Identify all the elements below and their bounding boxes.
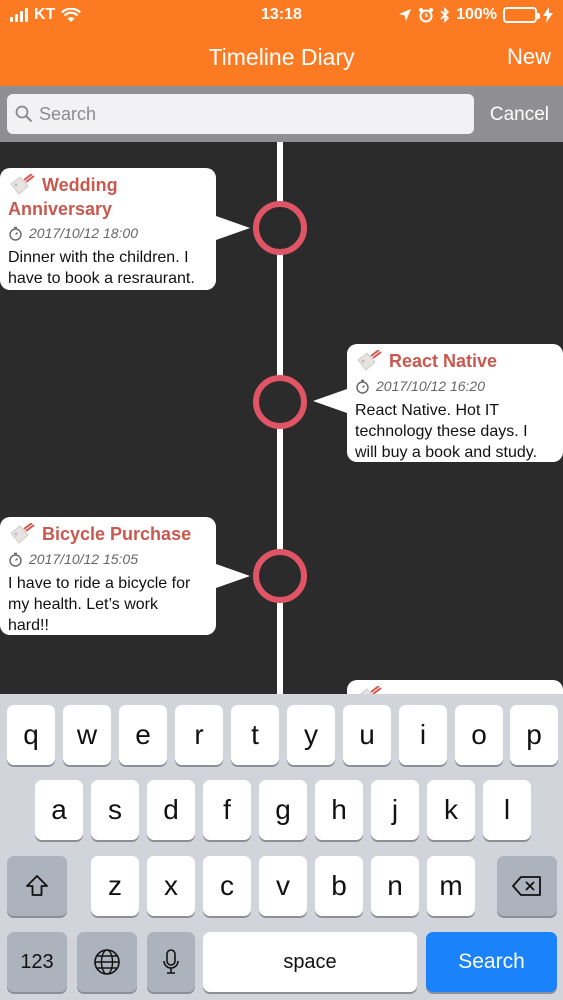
- key-g[interactable]: g: [259, 780, 307, 840]
- entry-date: 2017/10/12 16:20: [376, 378, 485, 394]
- timeline-entry[interactable]: React Native 2017/10/12 16:20 React Nati…: [347, 344, 563, 462]
- entry-body-line: will buy a book and study.: [355, 444, 538, 461]
- location-icon: [399, 9, 412, 21]
- callout-pointer: [216, 564, 250, 588]
- entry-body-line: have to book a resraurant.: [8, 270, 195, 287]
- entry-title: Bicycle Purchase: [42, 524, 192, 544]
- numbers-key[interactable]: 123: [7, 932, 67, 992]
- bluetooth-icon: [440, 7, 450, 23]
- entry-body-line: React Native. Hot IT: [355, 402, 500, 419]
- key-s[interactable]: s: [91, 780, 139, 840]
- shift-key[interactable]: [7, 856, 67, 916]
- entry-title: Wedding: [42, 175, 118, 195]
- key-a[interactable]: a: [35, 780, 83, 840]
- entry-date: 2017/10/12 15:05: [29, 551, 138, 567]
- status-bar: KT 13:18 100%: [0, 0, 563, 30]
- key-c[interactable]: c: [203, 856, 251, 916]
- timeline-entry[interactable]: Wedding Anniversary 2017/10/12 18:00 Din…: [0, 168, 216, 290]
- entry-body-line: technology these days. I: [355, 423, 528, 440]
- key-o[interactable]: o: [455, 705, 503, 765]
- microphone-icon: [163, 949, 179, 974]
- status-right: 100%: [398, 6, 553, 24]
- timeline-node[interactable]: [253, 201, 307, 255]
- key-n[interactable]: n: [371, 856, 419, 916]
- globe-icon: [94, 949, 120, 975]
- keyboard: q w e r t y u i o p a s d f g h j k l z …: [0, 694, 563, 1000]
- key-e[interactable]: e: [119, 705, 167, 765]
- tag-icon: [10, 174, 35, 195]
- nav-bar: Timeline Diary New: [0, 30, 563, 86]
- timeline-entry-partial[interactable]: [347, 680, 563, 694]
- globe-key[interactable]: [77, 932, 137, 992]
- entry-body-line: Dinner with the children. I: [8, 249, 189, 266]
- entry-body-line: hard!!: [8, 617, 49, 634]
- key-p[interactable]: p: [510, 705, 558, 765]
- tag-icon: [10, 523, 35, 544]
- key-r[interactable]: r: [175, 705, 223, 765]
- entry-body-line: I have to ride a bicycle for: [8, 575, 191, 592]
- search-icon: [15, 105, 33, 123]
- tag-icon: [357, 350, 382, 371]
- tag-icon: [359, 685, 382, 694]
- backspace-key[interactable]: [497, 856, 557, 916]
- timeline[interactable]: Wedding Anniversary 2017/10/12 18:00 Din…: [0, 142, 563, 694]
- timeline-node[interactable]: [253, 549, 307, 603]
- callout-pointer: [313, 389, 347, 413]
- search-input[interactable]: [39, 103, 459, 125]
- space-key[interactable]: space: [203, 932, 417, 992]
- key-f[interactable]: f: [203, 780, 251, 840]
- search-field[interactable]: [7, 94, 474, 134]
- stopwatch-icon: [9, 552, 22, 567]
- cancel-button[interactable]: Cancel: [490, 104, 549, 126]
- key-y[interactable]: y: [287, 705, 335, 765]
- timeline-entry[interactable]: Bicycle Purchase 2017/10/12 15:05 I have…: [0, 517, 216, 635]
- key-q[interactable]: q: [7, 705, 55, 765]
- key-j[interactable]: j: [371, 780, 419, 840]
- key-u[interactable]: u: [343, 705, 391, 765]
- key-b[interactable]: b: [315, 856, 363, 916]
- key-m[interactable]: m: [427, 856, 475, 916]
- key-t[interactable]: t: [231, 705, 279, 765]
- backspace-icon: [512, 876, 541, 896]
- key-i[interactable]: i: [399, 705, 447, 765]
- key-x[interactable]: x: [147, 856, 195, 916]
- alarm-icon: [419, 8, 434, 23]
- stopwatch-icon: [9, 226, 22, 241]
- key-h[interactable]: h: [315, 780, 363, 840]
- search-bar: Cancel: [0, 86, 563, 142]
- shift-icon: [26, 875, 48, 896]
- entry-title-continued: Anniversary: [8, 199, 113, 219]
- search-key[interactable]: Search: [426, 932, 557, 992]
- callout-pointer: [216, 216, 250, 240]
- battery-percent: 100%: [456, 6, 497, 23]
- entry-body-line: my health. Let’s work: [8, 596, 158, 613]
- entry-date: 2017/10/12 18:00: [29, 225, 138, 241]
- new-button[interactable]: New: [507, 44, 551, 70]
- key-k[interactable]: k: [427, 780, 475, 840]
- key-z[interactable]: z: [91, 856, 139, 916]
- page-title: Timeline Diary: [208, 44, 355, 70]
- key-w[interactable]: w: [63, 705, 111, 765]
- dictation-key[interactable]: [147, 932, 195, 992]
- key-l[interactable]: l: [483, 780, 531, 840]
- timeline-node[interactable]: [253, 375, 307, 429]
- key-v[interactable]: v: [259, 856, 307, 916]
- charging-icon: [543, 7, 553, 23]
- key-d[interactable]: d: [147, 780, 195, 840]
- stopwatch-icon: [356, 379, 369, 394]
- entry-title: React Native: [389, 351, 498, 371]
- battery-icon: [503, 7, 540, 23]
